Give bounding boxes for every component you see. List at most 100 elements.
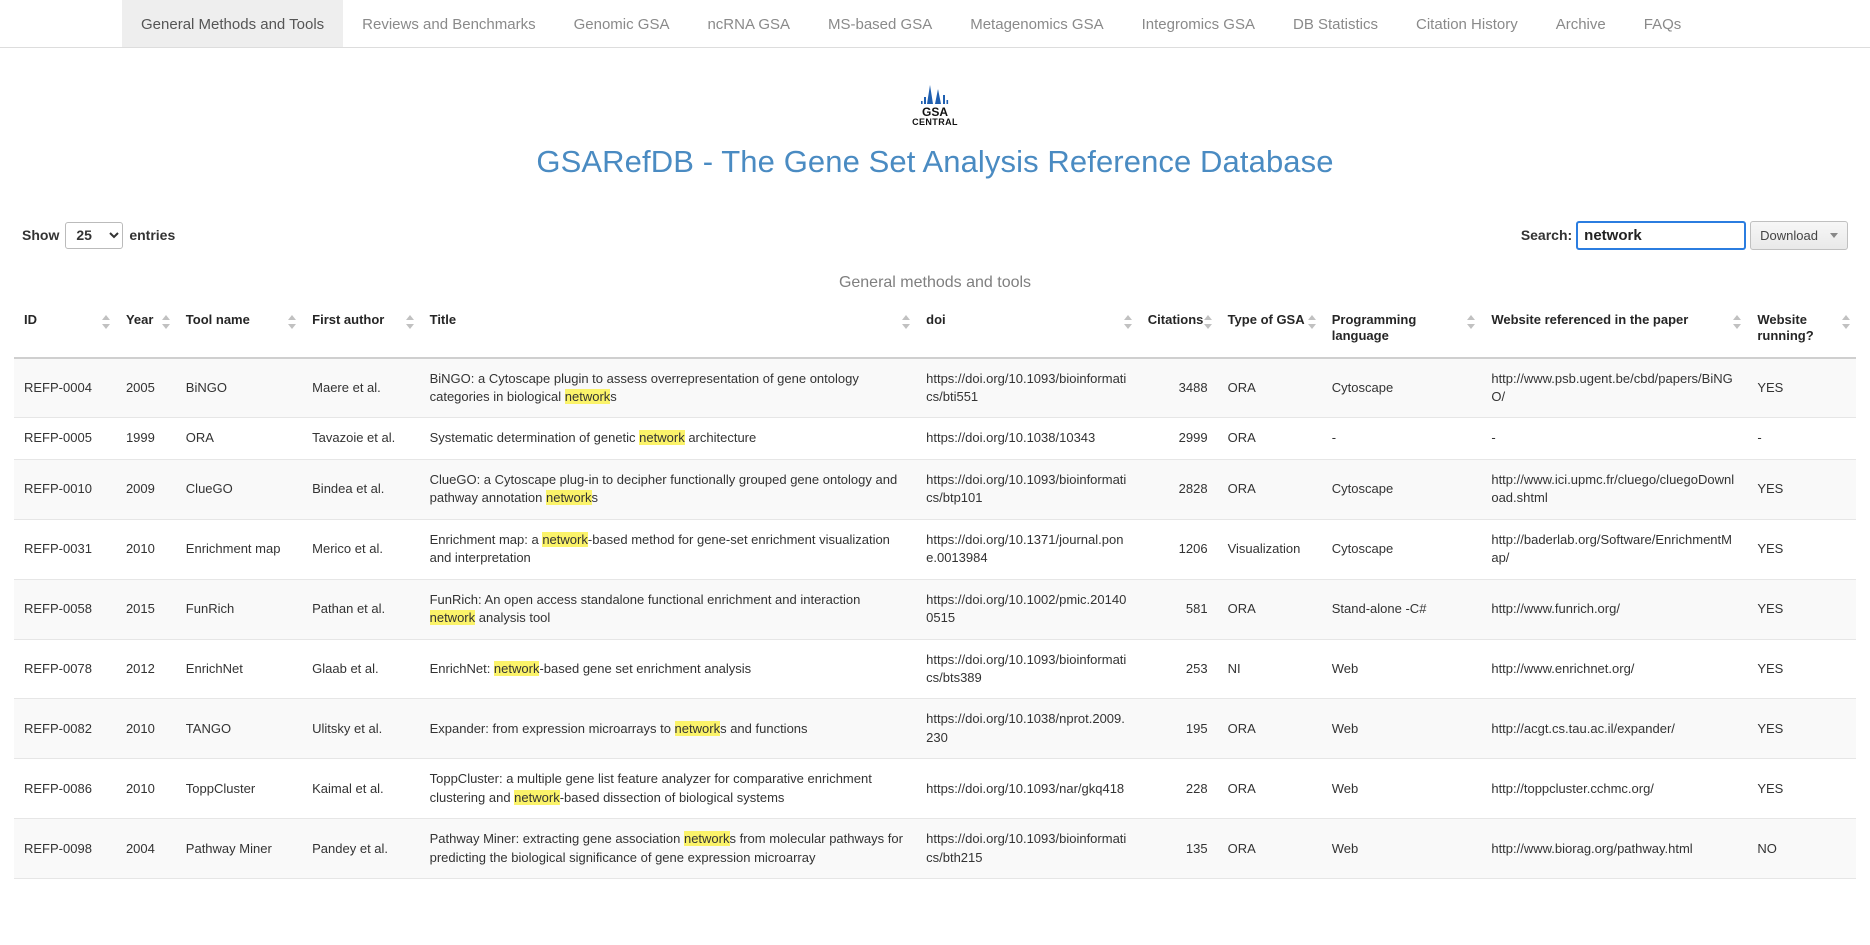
sort-arrows-icon[interactable] bbox=[902, 315, 911, 329]
table-controls: Show 102550100 entries Search: Download bbox=[0, 218, 1870, 252]
cell-programming-language: Web bbox=[1321, 698, 1482, 760]
sort-arrows-icon[interactable] bbox=[1203, 315, 1212, 329]
search-input[interactable] bbox=[1576, 220, 1747, 250]
cell-citations: 228 bbox=[1137, 758, 1218, 820]
table-row[interactable]: REFP-0078 2012 EnrichNet Glaab et al. Enrich… bbox=[14, 639, 1856, 700]
cell-id: REFP-0086 bbox=[14, 758, 116, 820]
cell-first-author: Maere et al. bbox=[302, 357, 420, 419]
cell-title: Pathway Miner: extracting gene associati… bbox=[419, 818, 917, 880]
cell-title: ClueGO: a Cytoscape plug-in to decipher … bbox=[419, 459, 917, 520]
table-row[interactable]: REFP-0004 2005 BiNGO Maere et al. BiNGO: a C… bbox=[14, 357, 1856, 419]
page-title: GSARefDB - The Gene Set Analysis Referen… bbox=[536, 144, 1334, 179]
column-header-first-author[interactable]: First author bbox=[302, 302, 420, 359]
page-length-select[interactable]: 102550100 bbox=[65, 221, 124, 249]
cell-title: ToppCluster: a multiple gene list featur… bbox=[419, 758, 917, 820]
cell-year: 2005 bbox=[115, 357, 176, 419]
table-row[interactable]: REFP-0058 2015 FunRich Pathan et al. FunRich… bbox=[14, 579, 1856, 640]
cell-website-running: YES bbox=[1747, 758, 1856, 820]
search-highlight: network bbox=[639, 430, 685, 446]
nav-tab-reviews-and-benchmarks[interactable]: Reviews and Benchmarks bbox=[343, 0, 554, 47]
sort-arrows-icon[interactable] bbox=[1842, 315, 1850, 329]
show-label: Show bbox=[22, 227, 60, 243]
column-header-label: Website running? bbox=[1757, 312, 1814, 344]
nav-tab-general-methods-and-tools[interactable]: General Methods and Tools bbox=[122, 0, 344, 47]
cell-website-running: YES bbox=[1747, 357, 1856, 419]
cell-title: FunRich: An open access standalone funct… bbox=[419, 579, 917, 640]
nav-tab-db-statistics[interactable]: DB Statistics bbox=[1274, 0, 1397, 47]
cell-title: BiNGO: a Cytoscape plugin to assess over… bbox=[419, 357, 917, 419]
cell-programming-language: Stand-alone -C# bbox=[1321, 579, 1482, 640]
nav-tab-metagenomics-gsa[interactable]: Metagenomics GSA bbox=[951, 0, 1122, 47]
cell-type-of-gsa: ORA bbox=[1217, 579, 1322, 640]
column-header-label: Programming language bbox=[1331, 312, 1417, 344]
cell-citations: 1206 bbox=[1137, 519, 1218, 580]
table-container: ID Year Tool name First author Title doi Citat… bbox=[0, 302, 1870, 880]
column-header-website-running[interactable]: Website running? bbox=[1747, 302, 1856, 359]
cell-programming-language: Web bbox=[1321, 639, 1482, 700]
nav-tab-label: Metagenomics GSA bbox=[970, 15, 1104, 33]
sort-arrows-icon[interactable] bbox=[405, 315, 414, 329]
cell-first-author: Merico et al. bbox=[302, 519, 420, 580]
nav-tab-ms-based-gsa[interactable]: MS-based GSA bbox=[809, 0, 951, 47]
cell-tool-name: BiNGO bbox=[175, 357, 303, 419]
cell-year: 1999 bbox=[115, 417, 176, 460]
nav-tab-ncrna-gsa[interactable]: ncRNA GSA bbox=[688, 0, 809, 47]
sort-arrows-icon[interactable] bbox=[1733, 315, 1742, 329]
cell-year: 2010 bbox=[115, 758, 176, 820]
column-header-id[interactable]: ID bbox=[14, 302, 116, 359]
cell-type-of-gsa: Visualization bbox=[1217, 519, 1322, 580]
nav-tab-faqs[interactable]: FAQs bbox=[1625, 0, 1701, 47]
search-highlight: network bbox=[542, 531, 588, 547]
nav-tab-integromics-gsa[interactable]: Integromics GSA bbox=[1123, 0, 1274, 47]
svg-text:CENTRAL: CENTRAL bbox=[912, 117, 958, 126]
cell-doi: https://doi.org/10.1093/bioinformatics/b… bbox=[916, 459, 1138, 520]
nav-tab-label: FAQs bbox=[1643, 15, 1682, 33]
table-row[interactable]: REFP-0086 2010 ToppCluster Kaimal et al. Top… bbox=[14, 758, 1856, 820]
cell-tool-name: EnrichNet bbox=[175, 639, 303, 700]
sort-arrows-icon[interactable] bbox=[1307, 315, 1316, 329]
sort-arrows-icon[interactable] bbox=[1467, 315, 1476, 329]
column-header-label: doi bbox=[926, 312, 946, 327]
nav-tab-genomic-gsa[interactable]: Genomic GSA bbox=[555, 0, 689, 47]
column-header-label: Title bbox=[429, 312, 457, 327]
sort-arrows-icon[interactable] bbox=[101, 315, 110, 329]
column-header-year[interactable]: Year bbox=[115, 302, 176, 359]
column-header-tool-name[interactable]: Tool name bbox=[175, 302, 303, 359]
search-highlight: network bbox=[514, 789, 560, 805]
cell-website-running: - bbox=[1747, 417, 1856, 460]
table-row[interactable]: REFP-0010 2009 ClueGO Bindea et al. ClueGO: … bbox=[14, 459, 1856, 520]
cell-year: 2012 bbox=[115, 639, 176, 700]
sort-arrows-icon[interactable] bbox=[161, 315, 170, 329]
column-header-programming-language[interactable]: Programming language bbox=[1321, 302, 1482, 359]
sort-arrows-icon[interactable] bbox=[1123, 315, 1132, 329]
cell-year: 2004 bbox=[115, 818, 176, 880]
cell-tool-name: ClueGO bbox=[175, 459, 303, 520]
table-row[interactable]: REFP-0005 1999 ORA Tavazoie et al. Systemati… bbox=[14, 417, 1856, 460]
table-row[interactable]: REFP-0098 2004 Pathway Miner Pandey et al. P… bbox=[14, 818, 1856, 880]
cell-title: Enrichment map: a network-based method f… bbox=[419, 519, 917, 580]
entries-label: entries bbox=[129, 227, 176, 243]
table-row[interactable]: REFP-0082 2010 TANGO Ulitsky et al. Expander… bbox=[14, 698, 1856, 760]
table-row[interactable]: REFP-0031 2010 Enrichment map Merico et al.… bbox=[14, 519, 1856, 580]
cell-year: 2015 bbox=[115, 579, 176, 640]
sort-arrows-icon[interactable] bbox=[288, 315, 297, 329]
search-and-download: Search: Download bbox=[1521, 220, 1848, 250]
cell-citations: 195 bbox=[1137, 698, 1218, 760]
download-button[interactable]: Download bbox=[1750, 220, 1848, 250]
cell-website-running: YES bbox=[1747, 579, 1856, 640]
nav-tab-label: General Methods and Tools bbox=[141, 15, 325, 33]
column-header-website-referenced-in-the-paper[interactable]: Website referenced in the paper bbox=[1481, 302, 1748, 359]
cell-id: REFP-0058 bbox=[14, 579, 116, 640]
column-header-type-of-gsa[interactable]: Type of GSA bbox=[1217, 302, 1322, 359]
column-header-label: Tool name bbox=[185, 312, 250, 327]
cell-programming-language: Web bbox=[1321, 818, 1482, 880]
cell-doi: https://doi.org/10.1093/nar/gkq418 bbox=[916, 758, 1138, 820]
nav-tab-archive[interactable]: Archive bbox=[1537, 0, 1625, 47]
column-header-title[interactable]: Title bbox=[419, 302, 917, 359]
column-header-doi[interactable]: doi bbox=[916, 302, 1138, 359]
column-header-citations[interactable]: Citations bbox=[1137, 302, 1218, 359]
nav-tab-citation-history[interactable]: Citation History bbox=[1397, 0, 1537, 47]
cell-id: REFP-0004 bbox=[14, 357, 116, 419]
cell-website-running: YES bbox=[1747, 698, 1856, 760]
column-header-label: Type of GSA bbox=[1227, 312, 1305, 327]
